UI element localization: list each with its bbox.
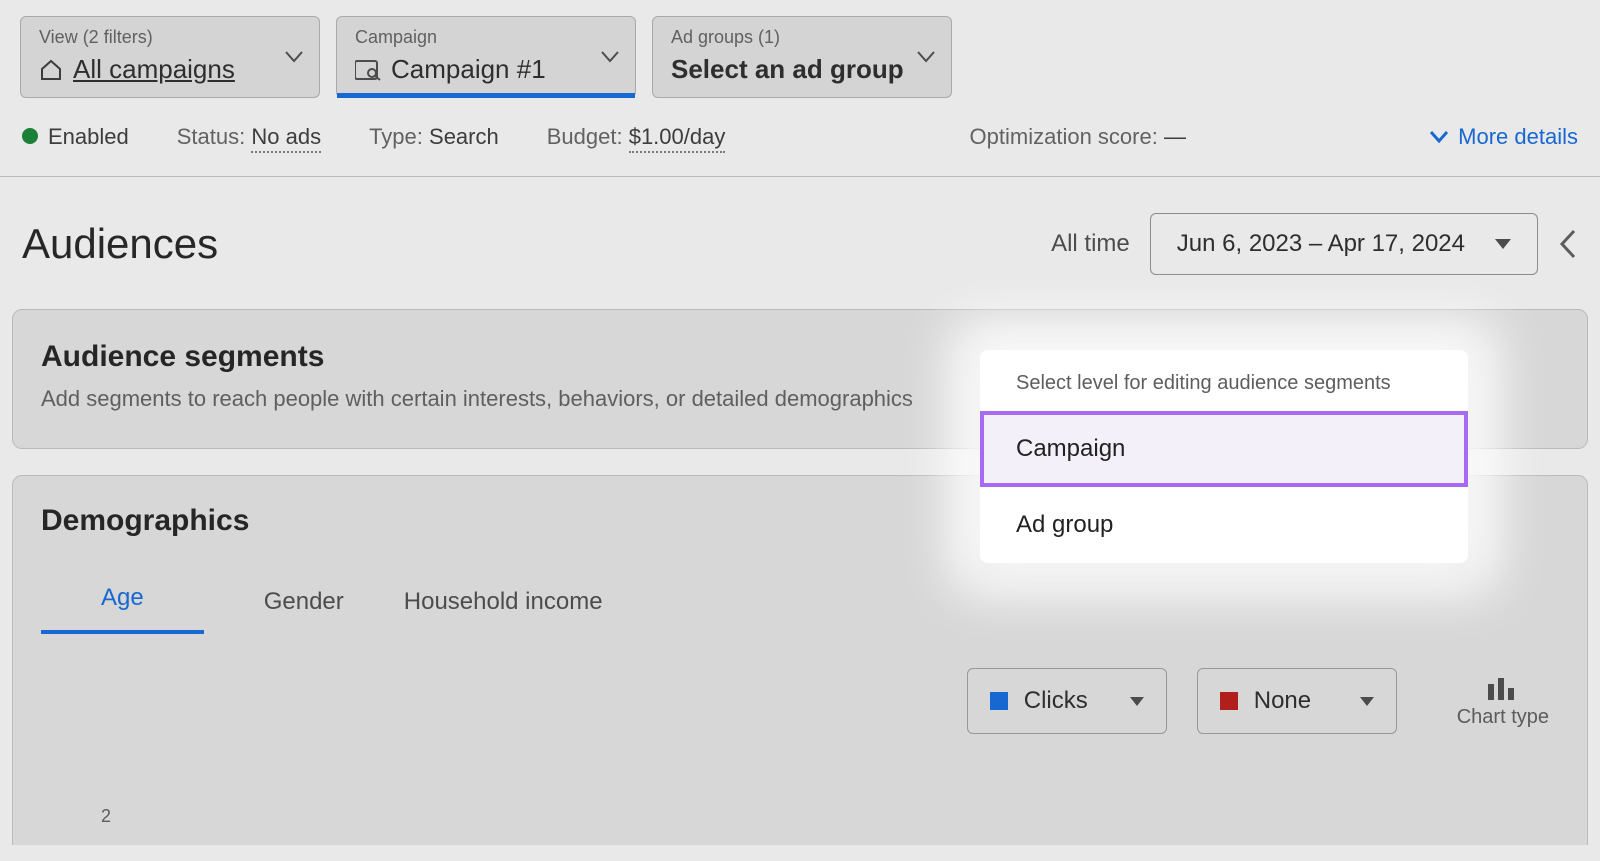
breadcrumb-bar: View (2 filters) All campaigns Campaign …: [0, 0, 1600, 98]
date-range: All time Jun 6, 2023 – Apr 17, 2024: [1051, 213, 1578, 275]
adgroup-label: Ad groups (1): [671, 27, 933, 48]
caret-down-icon: [1130, 697, 1144, 706]
optscore-chunk: Optimization score: —: [970, 124, 1186, 150]
metric2-dropdown[interactable]: None: [1197, 668, 1397, 734]
status-chunk: Status: No ads: [177, 124, 321, 150]
budget-value[interactable]: $1.00/day: [629, 124, 726, 153]
tab-income[interactable]: Household income: [404, 572, 603, 634]
view-value: All campaigns: [73, 54, 235, 85]
chevron-down-icon: [917, 51, 935, 63]
date-range-picker[interactable]: Jun 6, 2023 – Apr 17, 2024: [1150, 213, 1538, 275]
view-selector[interactable]: View (2 filters) All campaigns: [20, 16, 320, 98]
tab-gender[interactable]: Gender: [264, 572, 344, 634]
adgroup-value: Select an ad group: [671, 54, 904, 85]
page-title: Audiences: [22, 220, 218, 268]
type-chunk: Type: Search: [369, 124, 499, 150]
adgroup-selector[interactable]: Ad groups (1) Select an ad group: [652, 16, 952, 98]
status-enabled: Enabled: [22, 124, 129, 150]
metric1-dropdown[interactable]: Clicks: [967, 668, 1167, 734]
page-header: Audiences All time Jun 6, 2023 – Apr 17,…: [0, 177, 1600, 295]
status-bar: Enabled Status: No ads Type: Search Budg…: [0, 98, 1600, 177]
chevron-down-icon: [285, 51, 303, 63]
chart-type-button[interactable]: Chart type: [1457, 674, 1549, 729]
status-value[interactable]: No ads: [251, 124, 321, 153]
more-details-toggle[interactable]: More details: [1430, 124, 1578, 150]
range-preset: All time: [1051, 230, 1130, 258]
home-icon: [39, 58, 63, 82]
level-select-dropdown: Select level for editing audience segmen…: [980, 350, 1468, 563]
chevron-down-icon: [1430, 131, 1448, 143]
budget-chunk: Budget: $1.00/day: [547, 124, 726, 150]
metric-controls: Clicks None Chart type: [41, 668, 1559, 734]
y-axis-tick: 2: [101, 806, 111, 827]
view-label: View (2 filters): [39, 27, 301, 48]
option-campaign[interactable]: Campaign: [980, 411, 1468, 487]
bar-chart-icon: [1486, 674, 1520, 700]
option-adgroup[interactable]: Ad group: [980, 487, 1468, 563]
tab-age[interactable]: Age: [41, 568, 204, 634]
caret-down-icon: [1495, 239, 1511, 249]
chevron-down-icon: [601, 51, 619, 63]
campaign-selector[interactable]: Campaign Campaign #1: [336, 16, 636, 98]
prev-period-button[interactable]: [1558, 229, 1578, 259]
enabled-dot-icon: [22, 128, 38, 144]
blue-swatch-icon: [990, 692, 1008, 710]
demographics-tabs: Age Gender Household income: [41, 568, 1559, 634]
red-swatch-icon: [1220, 692, 1238, 710]
search-campaign-icon: [355, 59, 381, 81]
campaign-label: Campaign: [355, 27, 617, 48]
campaign-value: Campaign #1: [391, 54, 546, 85]
caret-down-icon: [1360, 697, 1374, 706]
dropdown-header: Select level for editing audience segmen…: [980, 350, 1468, 411]
